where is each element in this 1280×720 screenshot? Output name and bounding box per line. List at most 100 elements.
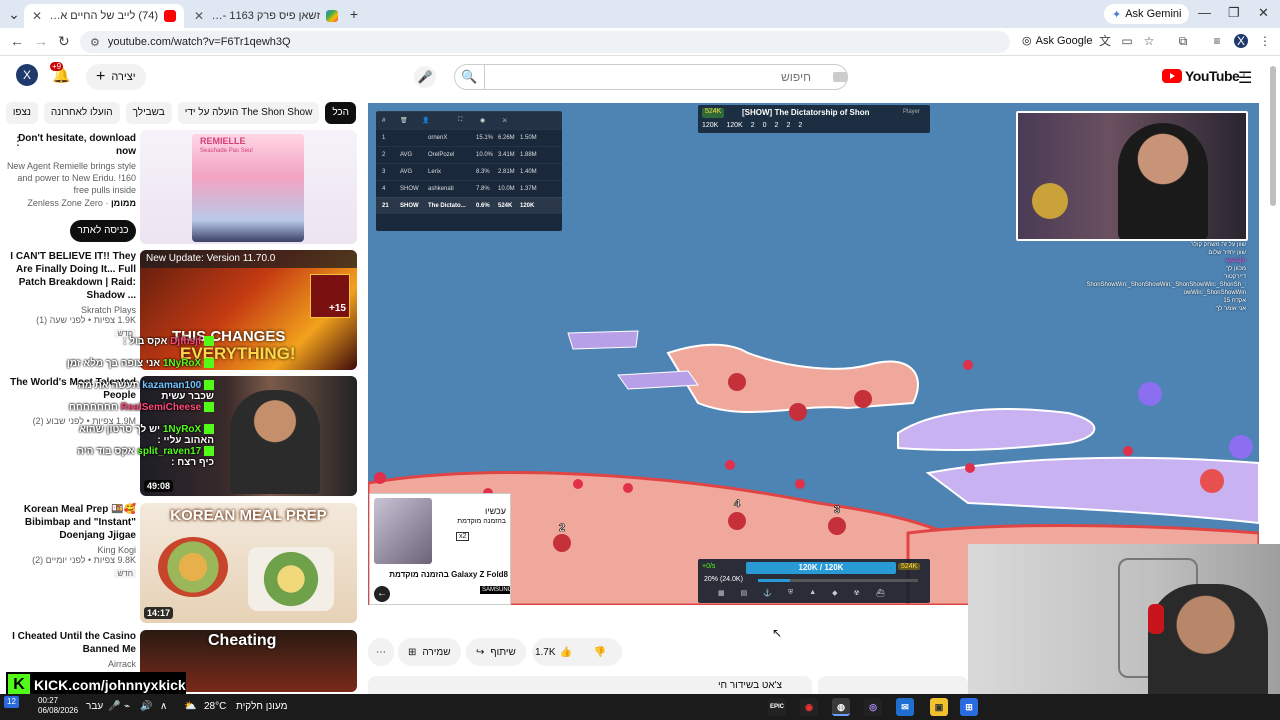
like-button[interactable]: 👍 1.7K bbox=[535, 647, 572, 658]
address-bar[interactable]: ⚙ youtube.com/watch?v=F6Tr1qewh3Q bbox=[80, 31, 1010, 53]
share-button[interactable]: שיתוף ↪ bbox=[466, 638, 526, 666]
cast-icon[interactable]: ▭ bbox=[1120, 34, 1134, 48]
more-actions-button[interactable]: ⋯ bbox=[368, 638, 394, 666]
ask-google-button[interactable]: ◎ Ask Google bbox=[1022, 34, 1092, 48]
notifications-bell-icon[interactable]: 🔔 +9 bbox=[50, 62, 71, 84]
ad-sponsor: Zenless Zone Zero bbox=[27, 198, 103, 208]
site-info-icon[interactable]: ⚙ bbox=[90, 36, 100, 49]
chip-watched[interactable]: נצפו bbox=[5, 102, 38, 124]
browser-tab-bar: ⌄ (74) לייב של החיים אל תוך הל' ✕ זשאן פ… bbox=[0, 0, 1280, 28]
silo-icon[interactable]: ▲ bbox=[809, 589, 816, 597]
search-button[interactable]: 🔍 bbox=[455, 65, 485, 89]
city-icon[interactable]: ▦ bbox=[718, 589, 725, 597]
epic-games-icon[interactable]: EPIC bbox=[768, 698, 786, 716]
channel-name[interactable]: Airrack bbox=[4, 659, 136, 669]
chip-all[interactable]: הכל bbox=[325, 102, 356, 124]
app-icon[interactable]: ◎ bbox=[864, 698, 882, 716]
visit-site-button[interactable]: כניסה לאתר bbox=[70, 220, 136, 242]
close-tab-icon[interactable]: ✕ bbox=[32, 9, 42, 23]
sponsored-ad-item[interactable]: REMIELLE Seashade Pas Seul ⋮ Don't hesit… bbox=[0, 130, 360, 246]
nuke-icon[interactable]: ☢ bbox=[854, 589, 860, 597]
leaderboard-row[interactable]: 1 ornenX 15.1% 6.26M 1.50M bbox=[376, 129, 562, 146]
voice-search-mic-icon[interactable]: 🎤 bbox=[414, 66, 436, 88]
new-badge: חדש bbox=[114, 569, 136, 578]
clock[interactable]: 00:27 06/08/2026 bbox=[38, 696, 78, 716]
ad-prev-arrow-icon[interactable]: ← bbox=[374, 586, 390, 602]
chat-user: 1NyRoX bbox=[162, 424, 202, 435]
reload-icon[interactable]: ↻ bbox=[58, 33, 70, 50]
port-icon[interactable]: ⚓ bbox=[763, 589, 772, 597]
create-button[interactable]: יצירה + bbox=[86, 64, 146, 90]
video-title: I Cheated Until the Casino Banned Me bbox=[12, 631, 136, 655]
extensions-icon[interactable]: ⧉ bbox=[1176, 34, 1190, 48]
tray-arrow-icon[interactable]: ∧ bbox=[160, 698, 167, 716]
outlook-icon[interactable]: ✉ bbox=[896, 698, 914, 716]
obs-icon[interactable]: ◉ bbox=[800, 698, 818, 716]
sam-icon[interactable]: ◆ bbox=[832, 589, 837, 597]
save-button[interactable]: שמירה ⊞ bbox=[398, 638, 461, 666]
page-scrollbar[interactable] bbox=[1270, 66, 1276, 206]
minimize-icon[interactable]: — bbox=[1198, 5, 1211, 20]
lb-name: OrelPozel bbox=[428, 152, 455, 158]
related-video-item[interactable]: New Update: Version 11.70.0 +15 THIS CHA… bbox=[0, 250, 360, 372]
video-title: I CAN'T BELIEVE IT!! They Are Finally Do… bbox=[10, 251, 136, 301]
description-strip[interactable] bbox=[818, 676, 968, 694]
attack-ratio-slider[interactable] bbox=[758, 579, 918, 582]
video-thumbnail[interactable]: New Update: Version 11.70.0 +15 THIS CHA… bbox=[140, 250, 357, 370]
related-video-item[interactable]: KOREAN MEAL PREP 14:17 Korean Meal Prep … bbox=[0, 503, 360, 625]
start-icon[interactable]: ⊞ bbox=[960, 698, 978, 716]
factory-icon[interactable]: ▤ bbox=[741, 589, 748, 597]
video-title: Korean Meal Prep 🍱🥰 Bibimbap and "Instan… bbox=[23, 504, 136, 541]
browser-tab-active[interactable]: (74) לייב של החיים אל תוך הל' ✕ bbox=[24, 4, 184, 28]
chip-uploaded-by[interactable]: The Shon Show הועלה על ידי bbox=[177, 102, 320, 124]
forward-icon[interactable]: → bbox=[34, 33, 48, 49]
translate-icon[interactable]: 文 bbox=[1098, 34, 1112, 48]
youtube-logo[interactable]: YouTube IL bbox=[1162, 68, 1247, 84]
volume-icon[interactable]: 🔊 bbox=[140, 698, 152, 716]
chrome-active-icon[interactable]: ◍ bbox=[832, 698, 850, 716]
search-input[interactable] bbox=[485, 70, 823, 84]
input-language[interactable]: עבר bbox=[86, 698, 103, 716]
account-avatar[interactable]: X bbox=[16, 64, 38, 86]
tab-title: (74) לייב של החיים אל תוך הל' bbox=[48, 10, 158, 22]
live-chat-replay-strip[interactable]: צ'אט בשידור חי bbox=[368, 676, 812, 694]
chip-recently-uploaded[interactable]: הועלו לאחרונה bbox=[43, 102, 120, 124]
browser-tab[interactable]: זשאן פיס פרק 1163 - חיפוש ב-ג ✕ bbox=[186, 4, 346, 28]
close-window-icon[interactable]: ✕ bbox=[1258, 5, 1269, 21]
back-icon[interactable]: ← bbox=[10, 33, 24, 49]
leaderboard-row-self[interactable]: 21 SHOW The Dictato... 0.6% 524K 120K bbox=[376, 197, 562, 214]
bookmark-star-icon[interactable]: ☆ bbox=[1142, 34, 1156, 48]
close-tab-icon[interactable]: ✕ bbox=[194, 9, 204, 23]
defense-icon[interactable]: ⛨ bbox=[788, 589, 793, 597]
network-icon[interactable]: ⌁ bbox=[124, 698, 130, 716]
video-thumbnail[interactable]: KOREAN MEAL PREP 14:17 bbox=[140, 503, 357, 623]
warship-icon[interactable]: ⛴ bbox=[876, 589, 885, 597]
in-video-ad[interactable]: עכשיו בהזמנה מוקדמת x2 Galaxy Z Fold8 בה… bbox=[369, 493, 511, 605]
file-explorer-icon[interactable]: ▣ bbox=[930, 698, 948, 716]
profile-avatar[interactable]: X bbox=[1234, 34, 1248, 48]
leaderboard-row[interactable]: 3 AVG Lerix 8.3% 2.81M 1.40M bbox=[376, 163, 562, 180]
tab-search-icon[interactable]: ⌄ bbox=[6, 6, 22, 22]
dislike-button[interactable]: 👎 bbox=[578, 647, 622, 658]
new-tab-icon[interactable]: + bbox=[346, 6, 362, 22]
reading-list-icon[interactable]: ≡ bbox=[1210, 34, 1224, 48]
save-bookmark-icon: ⊞ bbox=[408, 646, 417, 658]
keyboard-icon[interactable] bbox=[833, 72, 847, 82]
ad-line1: עכשיו bbox=[484, 506, 506, 516]
ad-thumb-sub: Seashade Pas Seul bbox=[200, 148, 253, 154]
chip-for-you[interactable]: בשבילך bbox=[125, 102, 172, 124]
ad-thumbnail[interactable]: REMIELLE Seashade Pas Seul bbox=[140, 130, 357, 244]
kick-chat-line: split_raven17 אקס בוד היה כיף רצח : bbox=[64, 446, 214, 468]
leaderboard-row[interactable]: 2 AVG OrelPozel 10.0% 3.41M 1.88M bbox=[376, 146, 562, 163]
channel-name[interactable]: King Kogi bbox=[4, 545, 136, 555]
stream-chat-overlay: שוון על זה משחק קולר שוון יחזיר שלום aya… bbox=[1086, 241, 1246, 313]
more-menu-icon[interactable]: ⋮ bbox=[1258, 34, 1272, 48]
leaderboard-row[interactable]: 4 SHOW ashkenati 7.8% 10.0M 1.37M bbox=[376, 180, 562, 197]
ask-gemini-button[interactable]: ✦ Ask Gemini bbox=[1104, 4, 1190, 24]
mic-tray-icon[interactable]: 🎤 bbox=[108, 698, 120, 716]
restore-icon[interactable]: ❐ bbox=[1228, 5, 1240, 21]
video-player[interactable]: 2 4 3 # 🗑 👤 ⛶ ◉ ⚔ 1 ornenX 15.1% 6.26M 1… bbox=[368, 103, 1259, 605]
notification-count[interactable]: 12 bbox=[4, 696, 19, 708]
channel-name[interactable]: Skratch Plays bbox=[4, 305, 136, 315]
col-rank: # bbox=[382, 117, 386, 124]
